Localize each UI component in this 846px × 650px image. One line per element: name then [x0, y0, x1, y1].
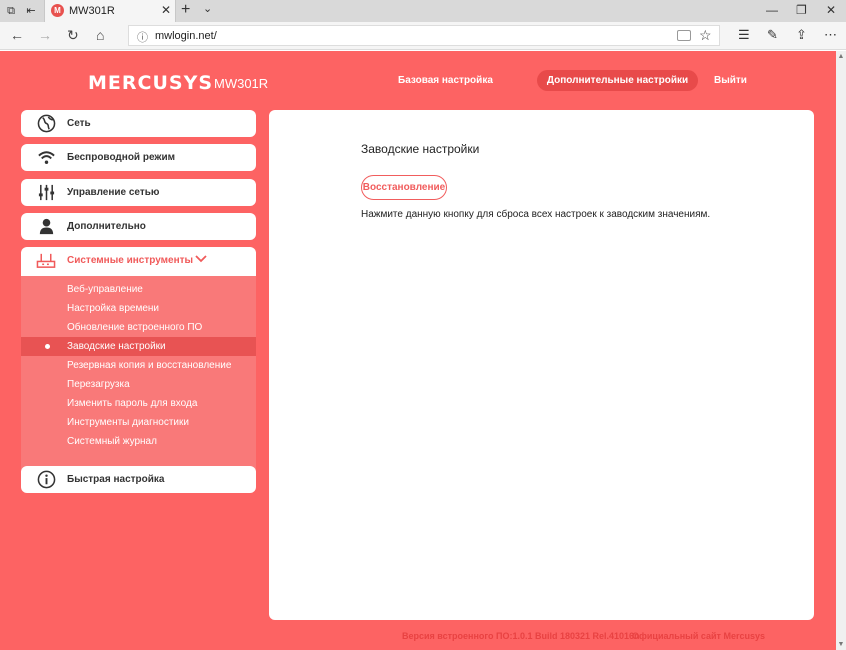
model-label: MW301R — [214, 76, 269, 91]
submenu-item-time-settings[interactable]: Настройка времени — [21, 299, 256, 318]
official-site-link[interactable]: Официальный сайт Mercusys — [632, 631, 765, 641]
favorites-list-icon[interactable]: ☰ — [738, 27, 750, 43]
firmware-version: Версия встроенного ПО:1.0.1 Build 180321… — [402, 631, 640, 641]
address-bar: ← → ↻ ⌂ ⓘ mwlogin.net/ ☆ ☰ ✎ ⇪ ⋯ — [0, 22, 846, 50]
chevron-down-icon — [195, 254, 207, 267]
sidebar-item-label: Дополнительно — [67, 221, 146, 232]
minimize-icon[interactable]: — — [766, 3, 778, 17]
new-tab-icon[interactable]: + — [181, 1, 190, 19]
info-icon[interactable]: ⓘ — [137, 29, 148, 45]
sidebar-item-label: Быстрая настройка — [67, 474, 165, 485]
more-icon[interactable]: ⋯ — [824, 27, 837, 43]
router-page: MERCUSYS MW301R Базовая настройка Дополн… — [0, 51, 836, 650]
set-aside-tabs-icon[interactable]: ⇤ — [24, 4, 38, 18]
submenu-item-backup-restore[interactable]: Резервная копия и восстановление — [21, 356, 256, 375]
close-tab-icon[interactable]: ✕ — [161, 3, 171, 17]
browser-tab-bar: ⧉ ⇤ M MW301R ✕ + ⌄ — ❐ ✕ — [0, 0, 846, 22]
refresh-icon[interactable]: ↻ — [67, 27, 79, 44]
scrollbar[interactable]: ▲ ▼ — [836, 51, 846, 650]
selected-dot-icon — [45, 344, 50, 349]
forward-arrow-icon[interactable]: → — [38, 27, 52, 43]
submenu-item-web-management[interactable]: Веб-управление — [21, 280, 256, 299]
user-icon — [36, 217, 56, 236]
system-tools-submenu: Веб-управление Настройка времени Обновле… — [21, 276, 256, 485]
sidebar-item-quick-setup[interactable]: Быстрая настройка — [21, 466, 256, 493]
submenu-item-change-password[interactable]: Изменить пароль для входа — [21, 394, 256, 413]
pen-icon[interactable]: ✎ — [767, 27, 778, 43]
tab-title: MW301R — [69, 5, 115, 17]
restore-icon[interactable]: ❐ — [796, 3, 807, 17]
sidebar-item-advanced[interactable]: Дополнительно — [21, 213, 256, 240]
nav-basic-settings[interactable]: Базовая настройка — [398, 75, 493, 86]
wifi-icon — [36, 148, 56, 167]
info-circle-icon — [36, 470, 56, 489]
router-icon — [36, 251, 56, 270]
reading-view-icon[interactable] — [677, 30, 691, 41]
sidebar-item-label: Управление сетью — [67, 187, 160, 198]
scroll-up-icon[interactable]: ▲ — [836, 53, 846, 60]
sidebar-item-label: Системные инструменты — [67, 255, 194, 266]
share-icon[interactable]: ⇪ — [796, 27, 807, 43]
mercusys-favicon-icon: M — [51, 4, 64, 17]
submenu-item-firmware-upgrade[interactable]: Обновление встроенного ПО — [21, 318, 256, 337]
submenu-item-diagnostics[interactable]: Инструменты диагностики — [21, 413, 256, 432]
sidebar-item-wireless[interactable]: Беспроводной режим — [21, 144, 256, 171]
page-title: Заводские настройки — [361, 142, 480, 156]
sidebar-item-label: Сеть — [67, 118, 91, 129]
sidebar-item-network[interactable]: Сеть — [21, 110, 256, 137]
sliders-icon — [36, 183, 56, 202]
sidebar-item-label: Беспроводной режим — [67, 152, 176, 163]
url-text[interactable]: mwlogin.net/ — [155, 30, 217, 42]
globe-icon — [36, 114, 56, 133]
back-arrow-icon[interactable]: ← — [10, 27, 24, 43]
close-window-icon[interactable]: ✕ — [826, 3, 836, 17]
favorite-star-icon[interactable]: ☆ — [699, 27, 712, 44]
submenu-item-system-log[interactable]: Системный журнал — [21, 432, 256, 451]
nav-logout[interactable]: Выйти — [714, 75, 747, 86]
content-panel: Заводские настройки Восстановление Нажми… — [269, 110, 814, 620]
submenu-item-reboot[interactable]: Перезагрузка — [21, 375, 256, 394]
sidebar-item-system-tools[interactable]: Системные инструменты — [21, 247, 256, 276]
scroll-down-icon[interactable]: ▼ — [836, 641, 846, 648]
nav-advanced-settings[interactable]: Дополнительные настройки — [537, 70, 698, 91]
url-field[interactable]: ⓘ mwlogin.net/ ☆ — [128, 25, 720, 46]
submenu-item-factory-defaults[interactable]: Заводские настройки — [21, 337, 256, 356]
restore-description: Нажмите данную кнопку для сброса всех на… — [361, 209, 711, 220]
home-icon[interactable]: ⌂ — [96, 27, 104, 43]
browser-tab[interactable]: M MW301R ✕ — [44, 0, 176, 22]
chevron-down-icon[interactable]: ⌄ — [203, 2, 212, 15]
restore-button[interactable]: Восстановление — [361, 175, 447, 200]
mercusys-logo: MERCUSYS — [88, 72, 214, 94]
sidebar-item-network-control[interactable]: Управление сетью — [21, 179, 256, 206]
tab-actions-icon[interactable]: ⧉ — [4, 4, 18, 18]
